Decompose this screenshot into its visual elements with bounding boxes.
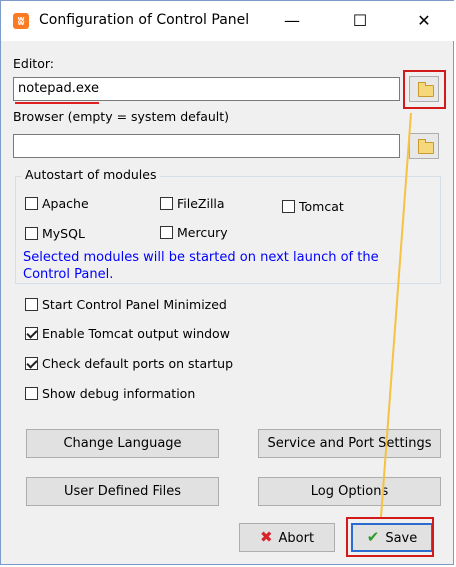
arrow-line bbox=[380, 112, 412, 518]
annotation-arrow bbox=[380, 112, 412, 518]
config-dialog: ʬ Configuration of Control Panel — ☐ ✕ E… bbox=[0, 0, 455, 565]
